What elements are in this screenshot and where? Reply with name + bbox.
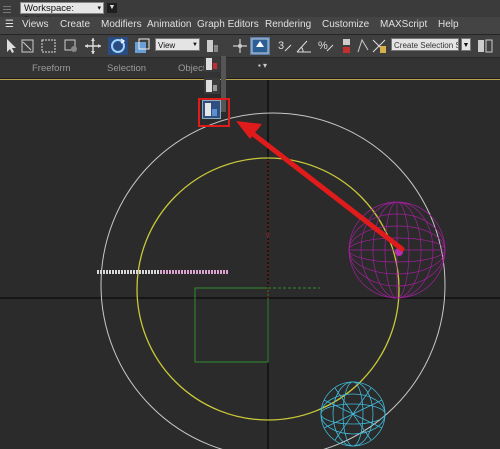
- move-icon[interactable]: [84, 37, 102, 55]
- workspace-dropdown-button[interactable]: ▼: [107, 3, 117, 13]
- graphite-ribbon: Freeform Selection Object ▪ ▾: [0, 58, 500, 79]
- tab-freeform[interactable]: Freeform: [32, 63, 71, 74]
- ribbon-options-icon[interactable]: ▪ ▾: [258, 61, 267, 70]
- menu-views[interactable]: Views: [22, 19, 49, 30]
- workspace-selector[interactable]: Workspace: Default ▾: [20, 2, 104, 26]
- cyan-geosphere: [320, 381, 386, 447]
- menu-create[interactable]: Create: [60, 19, 90, 30]
- window-crossing-icon[interactable]: [63, 37, 79, 55]
- menu-animation[interactable]: Animation: [147, 19, 191, 30]
- highlight-box: [198, 98, 230, 127]
- chevron-down-icon: ▾: [97, 5, 101, 12]
- y-axis-label: y: [266, 232, 270, 239]
- rectangular-region-icon[interactable]: [40, 37, 58, 55]
- reference-coordinate-select[interactable]: View ▼: [155, 38, 200, 51]
- menu-maxscript[interactable]: MAXScript: [380, 19, 427, 30]
- large-circle-shape: [100, 112, 446, 449]
- angle-snap-icon[interactable]: [295, 37, 313, 55]
- select-object-icon[interactable]: [4, 37, 18, 55]
- edit-named-selection-icon[interactable]: [356, 37, 370, 55]
- menu-graph-editors[interactable]: Graph Editors: [197, 19, 259, 30]
- selection-set-input[interactable]: Create Selection Se: [391, 38, 459, 51]
- menu-modifiers[interactable]: Modifiers: [101, 19, 142, 30]
- workspace-bar: Workspace: Default ▾ ▼: [0, 0, 500, 26]
- rotate-icon[interactable]: [108, 37, 128, 55]
- chevron-down-icon: ▼: [192, 42, 198, 48]
- use-selection-center-icon[interactable]: [204, 78, 220, 94]
- toolbar-grip-icon[interactable]: [3, 4, 11, 13]
- tab-selection[interactable]: Selection: [107, 63, 146, 74]
- scale-icon[interactable]: [133, 37, 151, 55]
- perspective-viewport[interactable]: y: [0, 79, 500, 449]
- select-by-name-icon[interactable]: [20, 37, 36, 55]
- svg-text:%: %: [318, 40, 328, 52]
- svg-text:3: 3: [278, 40, 284, 52]
- menu-rendering[interactable]: Rendering: [265, 19, 311, 30]
- keyboard-shortcut-toggle-icon[interactable]: [250, 37, 270, 55]
- select-manipulate-icon[interactable]: [232, 37, 248, 55]
- use-pivot-point-center-icon[interactable]: [204, 56, 220, 72]
- spinner-snap-icon[interactable]: [340, 37, 354, 55]
- chevron-down-icon[interactable]: ▼: [461, 38, 471, 51]
- menu-customize[interactable]: Customize: [322, 19, 369, 30]
- selection-set-label: Create Selection Se: [394, 41, 459, 50]
- annotation-arrow: [236, 121, 405, 252]
- named-selection-icon[interactable]: [371, 37, 387, 55]
- menu-icon[interactable]: ☰: [5, 19, 14, 30]
- green-rectangle-shape: [194, 287, 269, 363]
- use-pivot-icon[interactable]: [204, 37, 222, 55]
- view-select-label: View: [158, 41, 176, 50]
- menu-bar: ☰ Views Create Modifiers Animation Graph…: [0, 17, 500, 35]
- mirror-icon[interactable]: [476, 37, 494, 55]
- snaps-toggle-icon[interactable]: 3: [277, 37, 293, 55]
- percent-snap-icon[interactable]: %: [318, 37, 334, 55]
- viewport-canvas[interactable]: y: [0, 79, 500, 449]
- menu-help[interactable]: Help: [438, 19, 459, 30]
- main-toolbar: View ▼ 3 % Create Selection Se ▼: [0, 35, 500, 58]
